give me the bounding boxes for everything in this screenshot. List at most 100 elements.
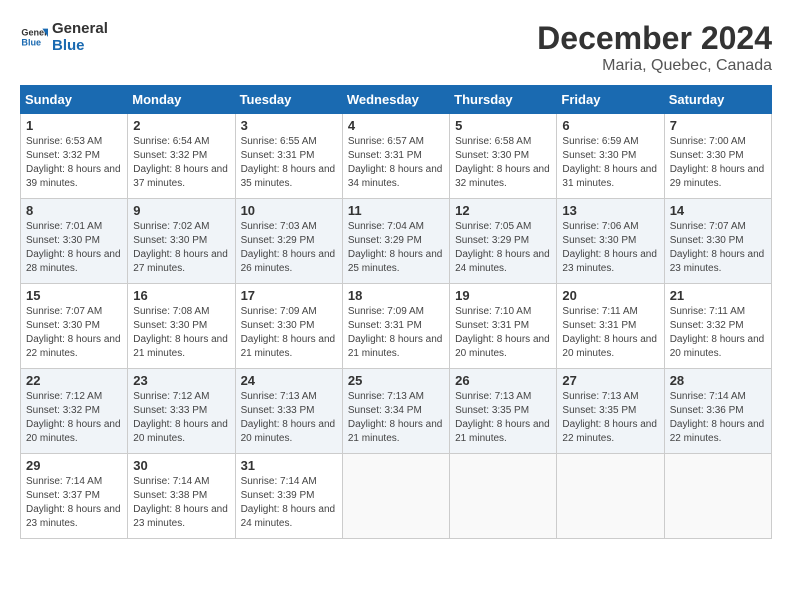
day-info: Sunrise: 7:07 AMSunset: 3:30 PMDaylight:… [670, 220, 766, 276]
logo-icon: General Blue [20, 23, 48, 51]
day-info: Sunrise: 7:14 AMSunset: 3:37 PMDaylight:… [26, 475, 122, 531]
calendar-cell: 10 Sunrise: 7:03 AMSunset: 3:29 PMDayligh… [235, 199, 342, 284]
logo-general: General [52, 20, 108, 37]
day-number: 4 [348, 118, 444, 133]
day-header-friday: Friday [557, 86, 664, 114]
day-number: 2 [133, 118, 229, 133]
day-info: Sunrise: 7:13 AMSunset: 3:35 PMDaylight:… [562, 390, 658, 446]
day-header-monday: Monday [128, 86, 235, 114]
calendar-cell: 21 Sunrise: 7:11 AMSunset: 3:32 PMDayligh… [664, 284, 771, 369]
header-row: SundayMondayTuesdayWednesdayThursdayFrid… [21, 86, 772, 114]
calendar-cell: 4 Sunrise: 6:57 AMSunset: 3:31 PMDaylight… [342, 114, 449, 199]
calendar-cell [450, 454, 557, 539]
day-number: 5 [455, 118, 551, 133]
day-info: Sunrise: 7:04 AMSunset: 3:29 PMDaylight:… [348, 220, 444, 276]
calendar-cell [342, 454, 449, 539]
calendar-cell: 17 Sunrise: 7:09 AMSunset: 3:30 PMDayligh… [235, 284, 342, 369]
day-number: 9 [133, 203, 229, 218]
day-info: Sunrise: 7:11 AMSunset: 3:32 PMDaylight:… [670, 305, 766, 361]
day-info: Sunrise: 6:54 AMSunset: 3:32 PMDaylight:… [133, 135, 229, 191]
day-number: 3 [241, 118, 337, 133]
header: General Blue General Blue December 2024 … [20, 20, 772, 75]
day-number: 6 [562, 118, 658, 133]
day-info: Sunrise: 7:13 AMSunset: 3:35 PMDaylight:… [455, 390, 551, 446]
day-info: Sunrise: 7:00 AMSunset: 3:30 PMDaylight:… [670, 135, 766, 191]
week-row-1: 1Sunrise: 6:53 AMSunset: 3:32 PMDaylight… [21, 114, 772, 199]
day-header-tuesday: Tuesday [235, 86, 342, 114]
day-info: Sunrise: 7:14 AMSunset: 3:39 PMDaylight:… [241, 475, 337, 531]
calendar-cell: 27 Sunrise: 7:13 AMSunset: 3:35 PMDayligh… [557, 369, 664, 454]
week-row-2: 8Sunrise: 7:01 AMSunset: 3:30 PMDaylight… [21, 199, 772, 284]
day-number: 29 [26, 458, 122, 473]
day-info: Sunrise: 7:09 AMSunset: 3:30 PMDaylight:… [241, 305, 337, 361]
day-number: 27 [562, 373, 658, 388]
day-header-saturday: Saturday [664, 86, 771, 114]
week-row-3: 15 Sunrise: 7:07 AMSunset: 3:30 PMDayligh… [21, 284, 772, 369]
day-number: 24 [241, 373, 337, 388]
week-row-4: 22Sunrise: 7:12 AMSunset: 3:32 PMDayligh… [21, 369, 772, 454]
calendar-cell: 7 Sunrise: 7:00 AMSunset: 3:30 PMDaylight… [664, 114, 771, 199]
day-number: 30 [133, 458, 229, 473]
day-info: Sunrise: 7:07 AMSunset: 3:30 PMDaylight:… [26, 305, 122, 361]
day-info: Sunrise: 7:03 AMSunset: 3:29 PMDaylight:… [241, 220, 337, 276]
day-info: Sunrise: 7:14 AMSunset: 3:38 PMDaylight:… [133, 475, 229, 531]
calendar-cell: 20 Sunrise: 7:11 AMSunset: 3:31 PMDayligh… [557, 284, 664, 369]
day-info: Sunrise: 7:09 AMSunset: 3:31 PMDaylight:… [348, 305, 444, 361]
calendar-cell: 1Sunrise: 6:53 AMSunset: 3:32 PMDaylight… [21, 114, 128, 199]
day-info: Sunrise: 6:55 AMSunset: 3:31 PMDaylight:… [241, 135, 337, 191]
calendar-cell: 12Sunrise: 7:05 AMSunset: 3:29 PMDayligh… [450, 199, 557, 284]
calendar-cell: 5 Sunrise: 6:58 AMSunset: 3:30 PMDaylight… [450, 114, 557, 199]
day-number: 31 [241, 458, 337, 473]
day-number: 1 [26, 118, 122, 133]
calendar-cell: 23 Sunrise: 7:12 AMSunset: 3:33 PMDayligh… [128, 369, 235, 454]
logo: General Blue General Blue [20, 20, 108, 54]
day-header-sunday: Sunday [21, 86, 128, 114]
calendar-cell: 6Sunrise: 6:59 AMSunset: 3:30 PMDaylight… [557, 114, 664, 199]
day-info: Sunrise: 7:14 AMSunset: 3:36 PMDaylight:… [670, 390, 766, 446]
calendar-cell: 28 Sunrise: 7:14 AMSunset: 3:36 PMDayligh… [664, 369, 771, 454]
day-number: 12 [455, 203, 551, 218]
month-title: December 2024 [537, 20, 772, 57]
title-area: December 2024 Maria, Quebec, Canada [537, 20, 772, 75]
calendar-cell: 16Sunrise: 7:08 AMSunset: 3:30 PMDayligh… [128, 284, 235, 369]
calendar-cell: 26 Sunrise: 7:13 AMSunset: 3:35 PMDayligh… [450, 369, 557, 454]
location-title: Maria, Quebec, Canada [537, 57, 772, 75]
day-info: Sunrise: 6:57 AMSunset: 3:31 PMDaylight:… [348, 135, 444, 191]
calendar-cell: 31 Sunrise: 7:14 AMSunset: 3:39 PMDayligh… [235, 454, 342, 539]
day-header-wednesday: Wednesday [342, 86, 449, 114]
calendar-cell: 24 Sunrise: 7:13 AMSunset: 3:33 PMDayligh… [235, 369, 342, 454]
calendar-cell: 25 Sunrise: 7:13 AMSunset: 3:34 PMDayligh… [342, 369, 449, 454]
calendar-cell: 3 Sunrise: 6:55 AMSunset: 3:31 PMDaylight… [235, 114, 342, 199]
calendar-cell: 13Sunrise: 7:06 AMSunset: 3:30 PMDayligh… [557, 199, 664, 284]
day-number: 15 [26, 288, 122, 303]
calendar-cell: 14 Sunrise: 7:07 AMSunset: 3:30 PMDayligh… [664, 199, 771, 284]
day-number: 26 [455, 373, 551, 388]
day-number: 17 [241, 288, 337, 303]
day-info: Sunrise: 7:13 AMSunset: 3:33 PMDaylight:… [241, 390, 337, 446]
day-number: 28 [670, 373, 766, 388]
logo-blue: Blue [52, 37, 108, 54]
day-info: Sunrise: 7:12 AMSunset: 3:33 PMDaylight:… [133, 390, 229, 446]
calendar-cell: 15 Sunrise: 7:07 AMSunset: 3:30 PMDayligh… [21, 284, 128, 369]
day-number: 19 [455, 288, 551, 303]
day-number: 7 [670, 118, 766, 133]
calendar-cell: 18 Sunrise: 7:09 AMSunset: 3:31 PMDayligh… [342, 284, 449, 369]
day-number: 20 [562, 288, 658, 303]
day-header-thursday: Thursday [450, 86, 557, 114]
day-number: 11 [348, 203, 444, 218]
day-number: 23 [133, 373, 229, 388]
day-info: Sunrise: 7:12 AMSunset: 3:32 PMDaylight:… [26, 390, 122, 446]
day-number: 18 [348, 288, 444, 303]
day-number: 25 [348, 373, 444, 388]
day-number: 10 [241, 203, 337, 218]
day-info: Sunrise: 7:01 AMSunset: 3:30 PMDaylight:… [26, 220, 122, 276]
day-info: Sunrise: 7:11 AMSunset: 3:31 PMDaylight:… [562, 305, 658, 361]
day-info: Sunrise: 7:13 AMSunset: 3:34 PMDaylight:… [348, 390, 444, 446]
calendar-cell [557, 454, 664, 539]
day-info: Sunrise: 6:58 AMSunset: 3:30 PMDaylight:… [455, 135, 551, 191]
day-number: 14 [670, 203, 766, 218]
calendar-cell [664, 454, 771, 539]
day-info: Sunrise: 7:08 AMSunset: 3:30 PMDaylight:… [133, 305, 229, 361]
day-number: 21 [670, 288, 766, 303]
calendar-cell: 2 Sunrise: 6:54 AMSunset: 3:32 PMDaylight… [128, 114, 235, 199]
